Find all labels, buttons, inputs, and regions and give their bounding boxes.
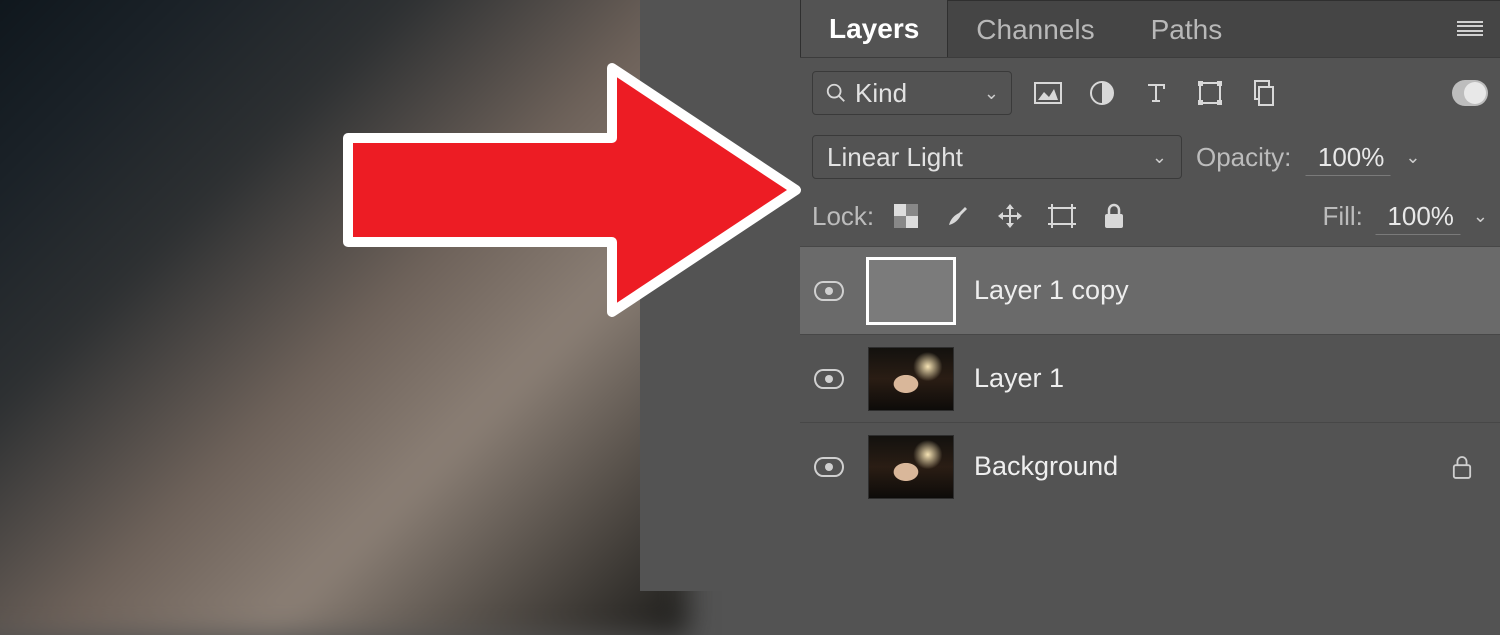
filter-kind-select[interactable]: Kind ⌄ [812,71,1012,115]
lock-row: Lock: Fill: 100% ⌄ [800,186,1500,246]
panel-tabs: Layers Channels Paths [800,0,1500,58]
layer-row[interactable]: Layer 1 [800,334,1500,422]
lock-all-icon[interactable] [1098,200,1130,232]
chevron-down-icon[interactable]: ⌄ [1405,147,1420,168]
filter-shape-icon[interactable] [1192,75,1228,111]
panel-menu-icon[interactable] [1440,0,1500,57]
chevron-down-icon: ⌄ [984,83,999,104]
layer-name[interactable]: Layer 1 copy [974,275,1129,306]
lock-brush-icon[interactable] [942,200,974,232]
visibility-toggle[interactable] [810,457,848,477]
blend-mode-select[interactable]: Linear Light ⌄ [812,135,1182,179]
layer-name[interactable]: Layer 1 [974,363,1064,394]
layer-thumbnail[interactable] [868,259,954,323]
tab-layers[interactable]: Layers [800,0,948,57]
layer-thumbnail[interactable] [868,435,954,499]
lock-artboard-icon[interactable] [1046,200,1078,232]
filter-smartobject-icon[interactable] [1246,75,1282,111]
filter-kind-label: Kind [855,78,907,109]
blend-mode-value: Linear Light [827,142,963,173]
eye-icon [814,281,844,301]
lock-transparency-icon[interactable] [890,200,922,232]
layers-list: Layer 1 copy Layer 1 Background [800,246,1500,591]
opacity-value[interactable]: 100% [1305,139,1391,176]
chevron-down-icon[interactable]: ⌄ [1473,206,1488,227]
layer-filter-row: Kind ⌄ [800,58,1500,128]
blend-row: Linear Light ⌄ Opacity: 100% ⌄ [800,128,1500,186]
opacity-label: Opacity: [1196,142,1291,173]
tab-paths[interactable]: Paths [1123,0,1251,57]
filter-pixel-icon[interactable] [1030,75,1066,111]
chevron-down-icon: ⌄ [1152,147,1167,168]
search-icon [825,82,847,104]
filter-type-icon[interactable] [1138,75,1174,111]
fill-label: Fill: [1322,201,1362,232]
lock-position-icon[interactable] [994,200,1026,232]
layer-row[interactable]: Background [800,422,1500,510]
eye-icon [814,457,844,477]
lock-icon [1448,453,1476,481]
lock-label: Lock: [812,201,874,232]
canvas-preview [0,0,688,635]
tab-channels[interactable]: Channels [948,0,1122,57]
layers-panel: Layers Channels Paths Kind ⌄ [800,0,1500,591]
fill-value[interactable]: 100% [1375,198,1461,235]
visibility-toggle[interactable] [810,369,848,389]
filter-toggle-switch[interactable] [1452,75,1488,111]
eye-icon [814,369,844,389]
visibility-toggle[interactable] [810,281,848,301]
layer-thumbnail[interactable] [868,347,954,411]
filter-adjustment-icon[interactable] [1084,75,1120,111]
layer-name[interactable]: Background [974,451,1118,482]
layer-row[interactable]: Layer 1 copy [800,246,1500,334]
